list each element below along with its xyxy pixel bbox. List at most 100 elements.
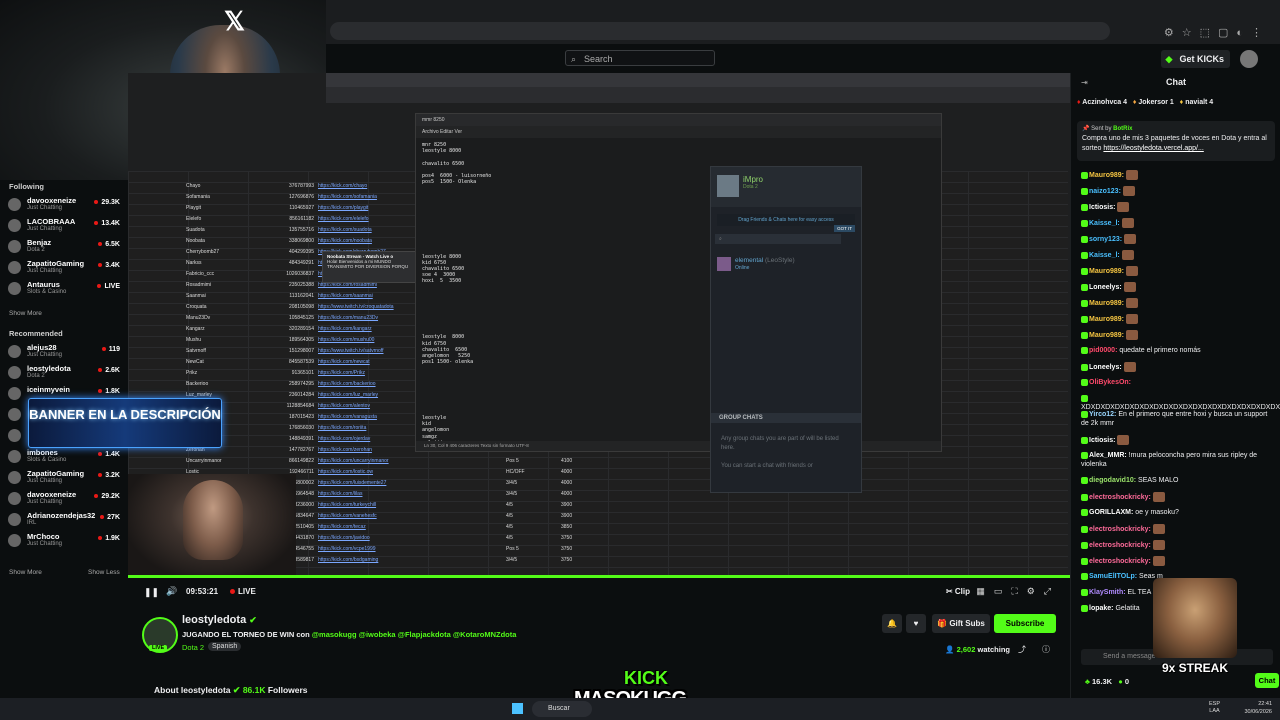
emote-icon [1152,524,1165,534]
chat-username[interactable]: electroshockricky: [1089,542,1151,549]
chat-username[interactable]: lopake: [1089,605,1114,612]
windows-start-icon[interactable] [512,703,523,714]
logo-kick-text: KICK [624,668,668,688]
channel-category: Just Chatting [27,541,63,547]
pinned-link[interactable]: https://leostyledota.vercel.app/... [1103,145,1203,152]
channel-username[interactable]: leostyledota ✔ [182,614,257,626]
channel-name: ZapatitoGaming [27,469,85,478]
chat-username[interactable]: electroshockricky: [1089,558,1151,565]
chat-send-button[interactable]: Chat [1255,673,1279,688]
chat-username[interactable]: Mauro989: [1089,316,1124,323]
about-section: About leostyledota ✔ 86.1K Followers [154,685,308,695]
group-chats-header: GROUP CHATS [711,413,861,423]
show-more-following[interactable]: Show More [9,310,42,317]
channel-category: Dota 2 [27,247,45,253]
recommended-channel[interactable]: imbones Slots & Casino 1.4K [8,448,122,466]
recommended-channel[interactable]: ZapatitoGaming Just Chatting 3.2K [8,469,122,487]
follow-heart-icon[interactable]: ♥ [906,614,926,633]
emote-icon [1125,266,1138,276]
chat-username[interactable]: Mauro989: [1089,332,1124,339]
steam-status: Dota 2 [743,184,758,190]
search-placeholder: Search [584,54,613,64]
chat-username[interactable]: diegodavid10: [1089,477,1136,484]
chat-username[interactable]: electroshockricky: [1089,494,1151,501]
chat-username[interactable]: Yirco12: [1089,411,1116,418]
volume-icon[interactable]: 🔊 [166,586,177,597]
chat-username[interactable]: naizo123: [1089,188,1121,195]
channel-name: LACOBRAAA [27,217,76,226]
pause-icon[interactable]: ❚❚ [144,587,159,598]
steam-gotit-button: GOT IT [834,225,855,232]
chat-username[interactable]: pid0000: [1089,347,1117,354]
taskbar-language[interactable]: ESP LAA [1209,701,1220,715]
show-more-recommended[interactable]: Show More [9,569,42,576]
following-channel[interactable]: Benjaz Dota 2 6.5K [8,238,122,256]
stream-title: JUGANDO EL TORNEO DE WIN con @masokugg @… [182,630,517,639]
get-kicks-button[interactable]: ◆ Get KICKs [1161,50,1230,68]
channel-avatar [8,345,21,358]
channel-category: Slots & Casino [27,457,67,463]
chat-username[interactable]: SamuElITOLp: [1089,573,1137,580]
chat-username[interactable]: Mauro989: [1089,268,1124,275]
chat-username[interactable]: GORILLAXM: [1089,509,1133,516]
channel-name: MrChoco [27,532,60,541]
following-channel[interactable]: LACOBRAAA Just Chatting 13.4K [8,217,122,235]
chat-username[interactable]: sorny123: [1089,236,1122,243]
share-icon[interactable]: ⤴ [1018,644,1026,655]
following-channel[interactable]: davooxeneize Just Chatting 29.3K [8,196,122,214]
channel-category: Just Chatting [27,205,63,211]
viewer-count: LIVE [97,283,120,290]
viewer-count: 1.9K [98,535,120,542]
info-icon[interactable]: ⓘ [1042,644,1050,655]
chat-username[interactable]: Alex_MMR: [1089,452,1127,459]
chat-username[interactable]: KlaySmith: [1089,589,1126,596]
show-less-button[interactable]: Show Less [88,569,120,576]
recommended-channel[interactable]: Adrianozendejas32 IRL 27K [8,511,122,529]
recommended-channel[interactable]: alejus28 Just Chatting 119 [8,343,122,361]
progress-bar[interactable] [128,575,1070,578]
clip-button[interactable]: ✂ Clip [946,587,970,596]
user-avatar[interactable] [1240,50,1258,68]
recommended-channel[interactable]: davooxeneize Just Chatting 29.2K [8,490,122,508]
chat-username[interactable]: Kaisse_l: [1089,252,1120,259]
recommended-channel[interactable]: MrChoco Just Chatting 1.9K [8,532,122,550]
banner-text: BANNER EN LA DESCRIPCIÓN [29,407,221,422]
taskbar-clock[interactable]: 22:41 30/06/2026 [1244,700,1272,716]
taskbar-search[interactable]: Buscar [532,701,592,717]
notification-popup: Noobata Stream - Watch Live o Hola! Bien… [322,251,422,283]
chat-username[interactable]: Loneelys: [1089,284,1122,291]
channel-avatar [8,450,21,463]
chat-message: naizo123: [1081,186,1273,196]
channel-category: Just Chatting [27,499,63,505]
chat-username[interactable]: OliBykesOn: [1089,379,1131,386]
chat-username[interactable]: Ictiosis: [1089,204,1115,211]
chat-username[interactable]: Mauro989: [1089,172,1124,179]
channel-category: Dota 2 [27,373,45,379]
chat-username[interactable]: Loneelys: [1089,364,1122,371]
emote-icon [1125,330,1138,340]
chat-username[interactable]: Mauro989: [1089,300,1124,307]
friend-status: Online [735,265,750,271]
address-bar[interactable] [330,22,1110,40]
chat-username[interactable]: electroshockricky: [1089,526,1151,533]
recommended-channel[interactable]: leostyledota Dota 2 2.6K [8,364,122,382]
stream-category[interactable]: Dota 2 [182,643,204,652]
viewer-count: 27K [100,514,120,521]
subscribe-button[interactable]: Subscribe [994,614,1056,633]
notification-bell-icon[interactable]: 🔔 [882,614,902,633]
chat-message: Kaisse_l: [1081,218,1273,228]
channel-avatar [8,513,21,526]
chat-username[interactable]: Kaisse_l: [1089,220,1120,227]
search-input[interactable]: ⌕ Search [565,50,715,66]
steam-search: ⌕ [715,234,841,244]
windows-taskbar: Buscar ESP LAA 22:41 30/06/2026 [0,698,1280,720]
kicks-icon: ◆ [1165,54,1173,64]
language-tag[interactable]: Spanish [208,642,242,651]
player-right-icons[interactable]: ▦▭⛶⚙⤢ [976,586,1060,597]
following-channel[interactable]: ZapatitoGaming Just Chatting 3.4K [8,259,122,277]
notepad-menu: Archivo Editar Ver [416,126,941,138]
gift-subs-button[interactable]: 🎁 Gift Subs [932,614,990,633]
following-channel[interactable]: Antaurus Slots & Casino LIVE [8,280,122,298]
x-logo-icon: 𝕏 [224,6,245,36]
chat-username[interactable]: Ictiosis: [1089,437,1115,444]
